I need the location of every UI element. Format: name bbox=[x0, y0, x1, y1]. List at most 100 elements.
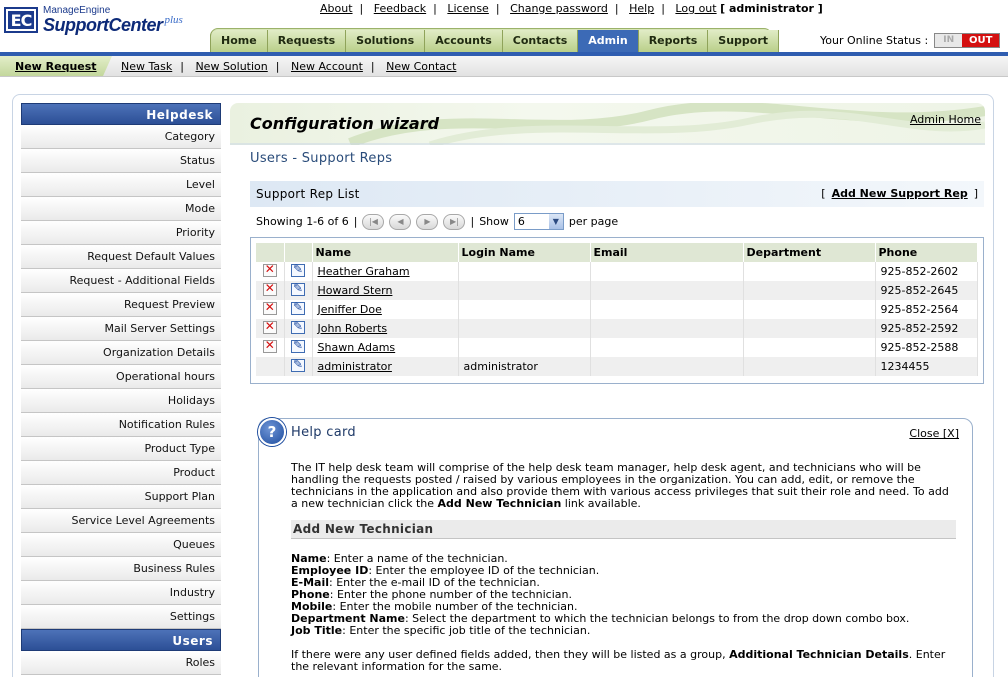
tab-solutions[interactable]: Solutions bbox=[346, 30, 426, 52]
sidebar-item-queues[interactable]: Queues bbox=[21, 533, 221, 557]
sidebar-item-product[interactable]: Product bbox=[21, 461, 221, 485]
logout-link[interactable]: Log out bbox=[675, 2, 716, 15]
edit-icon[interactable] bbox=[291, 262, 305, 277]
edit-icon[interactable] bbox=[291, 300, 305, 315]
edit-icon[interactable] bbox=[291, 338, 305, 353]
help-link[interactable]: Help bbox=[629, 2, 654, 15]
last-page-icon[interactable]: ▶| bbox=[443, 213, 466, 230]
delete-icon[interactable] bbox=[262, 338, 277, 353]
edit-icon[interactable] bbox=[291, 319, 305, 334]
sidebar-item-roles[interactable]: Roles bbox=[21, 651, 221, 675]
license-link[interactable]: License bbox=[447, 2, 488, 15]
sidebar-item-product-type[interactable]: Product Type bbox=[21, 437, 221, 461]
add-new-support-rep-link[interactable]: Add New Support Rep bbox=[832, 187, 968, 200]
next-page-icon[interactable]: ▶ bbox=[416, 213, 439, 230]
sidebar-item-holidays[interactable]: Holidays bbox=[21, 389, 221, 413]
new-contact-link[interactable]: New Contact bbox=[386, 60, 456, 73]
column-header-email[interactable]: Email bbox=[590, 243, 744, 262]
table-row: administrator administrator 1234455 bbox=[256, 357, 978, 376]
rep-department bbox=[743, 338, 876, 357]
tab-requests[interactable]: Requests bbox=[267, 30, 347, 52]
rep-name-link[interactable]: Howard Stern bbox=[318, 284, 393, 297]
separator: | bbox=[614, 2, 619, 15]
sidebar-item-organization-details[interactable]: Organization Details bbox=[21, 341, 221, 365]
delete-icon[interactable] bbox=[262, 281, 277, 296]
tab-contacts[interactable]: Contacts bbox=[502, 30, 579, 52]
logo-brand-plus: plus bbox=[164, 14, 183, 26]
delete-icon[interactable] bbox=[262, 262, 277, 277]
about-link[interactable]: About bbox=[320, 2, 353, 15]
status-in[interactable]: IN bbox=[935, 34, 963, 47]
rep-name-link[interactable]: John Roberts bbox=[318, 322, 388, 335]
tab-home[interactable]: Home bbox=[210, 30, 268, 52]
rep-name-link[interactable]: Shawn Adams bbox=[318, 341, 396, 354]
change-password-link[interactable]: Change password bbox=[510, 2, 608, 15]
new-task-link[interactable]: New Task bbox=[121, 60, 172, 73]
top-links: About | Feedback | License | Change passwor… bbox=[320, 2, 823, 15]
logo-brand-big: SupportCenter bbox=[43, 15, 163, 35]
column-header-department[interactable]: Department bbox=[743, 243, 876, 262]
edit-column-header bbox=[284, 243, 313, 262]
sidebar-item-status[interactable]: Status bbox=[21, 149, 221, 173]
tab-reports[interactable]: Reports bbox=[638, 30, 709, 52]
new-account-link[interactable]: New Account bbox=[291, 60, 363, 73]
logo[interactable]: EC ManageEngine SupportCenter plus bbox=[4, 6, 183, 34]
per-page-select[interactable]: 6 ▼ bbox=[513, 213, 564, 230]
main-tabs: Home Requests Solutions Accounts Contact… bbox=[210, 30, 780, 52]
sidebar-item-business-rules[interactable]: Business Rules bbox=[21, 557, 221, 581]
admin-home-link[interactable]: Admin Home bbox=[910, 113, 981, 126]
separator: | bbox=[470, 215, 475, 228]
tab-support[interactable]: Support bbox=[708, 30, 780, 52]
help-subtitle: Add New Technician bbox=[291, 520, 956, 539]
new-request-tab[interactable]: New Request bbox=[0, 56, 112, 76]
sidebar-item-request-preview[interactable]: Request Preview bbox=[21, 293, 221, 317]
help-card: ? Help card Close [X] The IT help desk t… bbox=[258, 418, 973, 677]
rep-email bbox=[590, 262, 744, 281]
sidebar-item-mode[interactable]: Mode bbox=[21, 197, 221, 221]
sidebar-item-industry[interactable]: Industry bbox=[21, 581, 221, 605]
sidebar-section-users: Users bbox=[21, 629, 221, 651]
header: EC ManageEngine SupportCenter plus About |… bbox=[0, 0, 1008, 52]
rep-email bbox=[590, 319, 744, 338]
column-header-phone[interactable]: Phone bbox=[875, 243, 978, 262]
sidebar-item-category[interactable]: Category bbox=[21, 125, 221, 149]
rep-department bbox=[743, 300, 876, 319]
edit-icon[interactable] bbox=[291, 281, 305, 296]
rep-name-link[interactable]: Jeniffer Doe bbox=[318, 303, 382, 316]
edit-icon[interactable] bbox=[291, 357, 305, 372]
column-header-name[interactable]: Name bbox=[312, 243, 459, 262]
sidebar-item-operational-hours[interactable]: Operational hours bbox=[21, 365, 221, 389]
rep-department bbox=[743, 357, 876, 376]
sidebar-item-support-plan[interactable]: Support Plan bbox=[21, 485, 221, 509]
sidebar-item-service-level-agreements[interactable]: Service Level Agreements bbox=[21, 509, 221, 533]
sidebar-item-request-additional-fields[interactable]: Request - Additional Fields bbox=[21, 269, 221, 293]
rep-phone: 925-852-2564 bbox=[875, 300, 978, 319]
sidebar-item-priority[interactable]: Priority bbox=[21, 221, 221, 245]
separator: | bbox=[433, 2, 437, 15]
column-header-login-name[interactable]: Login Name bbox=[458, 243, 591, 262]
wizard-header: Configuration wizard Admin Home bbox=[230, 103, 985, 145]
new-request-link[interactable]: New Request bbox=[15, 60, 97, 73]
sidebar-item-notification-rules[interactable]: Notification Rules bbox=[21, 413, 221, 437]
first-page-icon[interactable]: |◀ bbox=[362, 213, 385, 230]
tab-accounts[interactable]: Accounts bbox=[425, 30, 503, 52]
rep-name-link[interactable]: administrator bbox=[318, 360, 392, 373]
sidebar-item-request-default-values[interactable]: Request Default Values bbox=[21, 245, 221, 269]
status-out[interactable]: OUT bbox=[962, 34, 1000, 47]
tab-admin[interactable]: Admin bbox=[578, 30, 639, 52]
feedback-link[interactable]: Feedback bbox=[374, 2, 426, 15]
delete-icon[interactable] bbox=[262, 300, 277, 315]
rep-name-link[interactable]: Heather Graham bbox=[318, 265, 410, 278]
prev-page-icon[interactable]: ◀ bbox=[389, 213, 412, 230]
help-close-link[interactable]: Close [X] bbox=[909, 427, 959, 440]
sidebar-item-mail-server-settings[interactable]: Mail Server Settings bbox=[21, 317, 221, 341]
sidebar-item-level[interactable]: Level bbox=[21, 173, 221, 197]
online-status-toggle[interactable]: IN OUT bbox=[934, 33, 1001, 48]
sidebar-item-settings[interactable]: Settings bbox=[21, 605, 221, 629]
rep-email bbox=[590, 281, 744, 300]
chevron-down-icon[interactable]: ▼ bbox=[548, 214, 563, 229]
delete-icon[interactable] bbox=[262, 319, 277, 334]
support-rep-list-header: Support Rep List [Add New Support Rep] bbox=[250, 181, 984, 207]
rep-email bbox=[590, 338, 744, 357]
new-solution-link[interactable]: New Solution bbox=[195, 60, 267, 73]
